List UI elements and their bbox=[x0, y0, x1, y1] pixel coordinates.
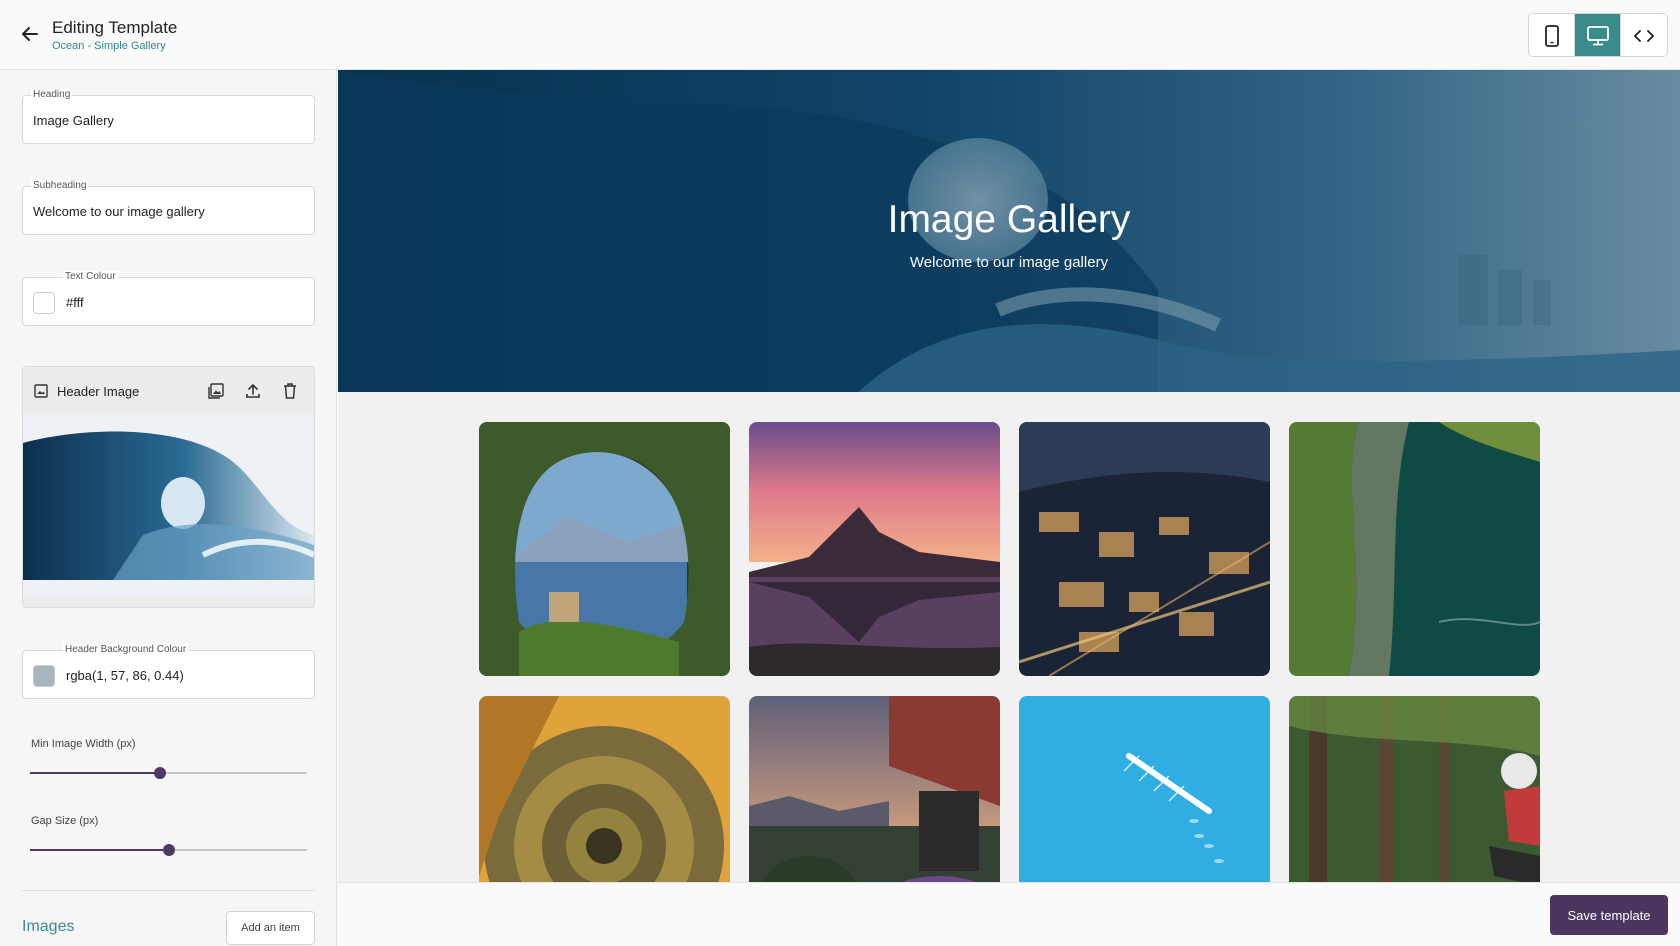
upload-icon bbox=[246, 384, 260, 398]
header-image-thumbnail bbox=[23, 415, 314, 595]
min-image-width-label: Min Image Width (px) bbox=[31, 738, 136, 750]
choose-image-button[interactable] bbox=[202, 377, 230, 405]
back-arrow-icon[interactable] bbox=[18, 22, 42, 46]
subheading-label: Subheading bbox=[31, 180, 89, 192]
view-mode-toggle bbox=[1528, 13, 1668, 57]
page-title: Editing Template bbox=[52, 18, 178, 37]
gallery-image[interactable] bbox=[1019, 422, 1270, 676]
settings-sidebar: Heading Image Gallery Subheading Welcome… bbox=[0, 70, 337, 946]
gap-size-label: Gap Size (px) bbox=[31, 815, 99, 827]
bottom-bar: Save template bbox=[338, 882, 1680, 946]
preview-subheading: Welcome to our image gallery bbox=[909, 254, 1109, 271]
add-item-button[interactable]: Add an item bbox=[226, 911, 315, 945]
preview-heading: Image Gallery bbox=[887, 198, 1131, 241]
gallery-image[interactable] bbox=[1289, 422, 1540, 676]
gallery-image[interactable] bbox=[479, 422, 730, 676]
min-image-width-slider[interactable] bbox=[30, 767, 307, 779]
header-image-label: Header Image bbox=[57, 383, 140, 399]
images-section-title: Images bbox=[22, 918, 75, 935]
header-bg-colour-value[interactable]: rgba(1, 57, 86, 0.44) bbox=[66, 668, 184, 683]
header-bg-colour-field[interactable]: Header Background Colour rgba(1, 57, 86,… bbox=[22, 644, 315, 699]
save-template-button[interactable]: Save template bbox=[1550, 895, 1668, 935]
heading-value[interactable]: Image Gallery bbox=[33, 113, 114, 128]
header-bg-colour-label: Header Background Colour bbox=[63, 644, 189, 656]
slider-fill bbox=[30, 772, 161, 774]
header-image-panel-header: Header Image bbox=[23, 367, 314, 415]
subheading-value[interactable]: Welcome to our image gallery bbox=[33, 204, 205, 219]
image-icon bbox=[34, 384, 48, 398]
slider-thumb[interactable] bbox=[154, 767, 167, 779]
delete-image-button[interactable] bbox=[276, 377, 304, 405]
slider-thumb[interactable] bbox=[162, 844, 175, 856]
mobile-icon bbox=[1544, 25, 1559, 47]
trash-icon bbox=[284, 383, 296, 399]
preview-header: Image Gallery Welcome to our image galle… bbox=[338, 70, 1680, 392]
template-name: Ocean - Simple Gallery bbox=[52, 40, 166, 52]
section-divider bbox=[22, 890, 315, 891]
gallery-image[interactable] bbox=[749, 422, 1000, 676]
desktop-icon bbox=[1586, 26, 1609, 46]
desktop-view-button[interactable] bbox=[1575, 14, 1621, 56]
gallery-image[interactable] bbox=[749, 696, 1000, 882]
code-icon bbox=[1634, 30, 1654, 42]
gallery-image[interactable] bbox=[1289, 696, 1540, 882]
text-colour-swatch[interactable] bbox=[33, 292, 55, 314]
title-block: Editing Template Ocean - Simple Gallery bbox=[52, 18, 177, 52]
text-colour-value[interactable]: #fff bbox=[66, 295, 84, 310]
header-bg-colour-swatch[interactable] bbox=[33, 665, 55, 687]
gallery-image[interactable] bbox=[479, 696, 730, 882]
image-library-icon bbox=[208, 383, 224, 399]
upload-image-button[interactable] bbox=[239, 377, 267, 405]
text-colour-field[interactable]: Text Colour #fff bbox=[22, 271, 315, 326]
heading-field[interactable]: Heading Image Gallery bbox=[22, 89, 315, 144]
mobile-view-button[interactable] bbox=[1529, 14, 1575, 56]
gap-size-slider[interactable] bbox=[30, 844, 307, 856]
heading-label: Heading bbox=[31, 89, 73, 101]
header-image-panel: Header Image bbox=[22, 366, 315, 608]
slider-fill bbox=[30, 849, 169, 851]
top-bar: Editing Template Ocean - Simple Gallery bbox=[0, 0, 1680, 70]
code-view-button[interactable] bbox=[1621, 14, 1667, 56]
template-preview: Image Gallery Welcome to our image galle… bbox=[338, 70, 1680, 882]
gallery-image[interactable] bbox=[1019, 696, 1270, 882]
text-colour-label: Text Colour bbox=[63, 271, 118, 283]
subheading-field[interactable]: Subheading Welcome to our image gallery bbox=[22, 180, 315, 235]
